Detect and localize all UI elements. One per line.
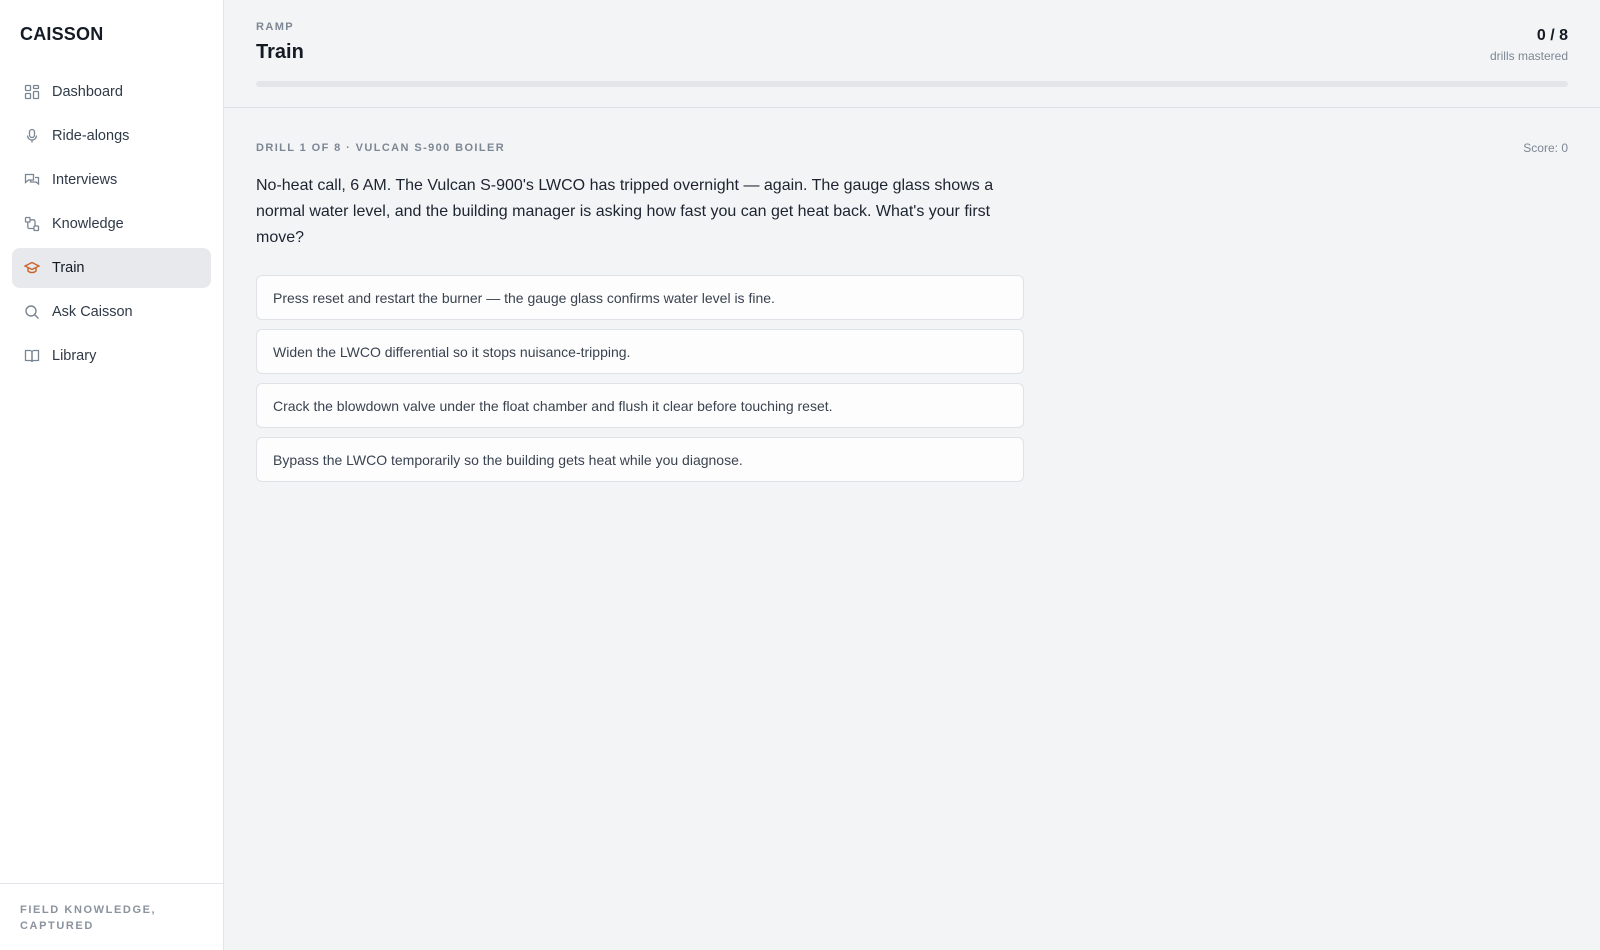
search-icon bbox=[24, 304, 40, 320]
page-title: Train bbox=[256, 41, 304, 63]
answer-options: Press reset and restart the burner — the… bbox=[256, 275, 1024, 482]
sidebar-item-knowledge[interactable]: Knowledge bbox=[12, 204, 211, 244]
sidebar-item-interviews[interactable]: Interviews bbox=[12, 160, 211, 200]
mastery-summary: 0 / 8 drills mastered bbox=[1490, 27, 1568, 63]
drill-panel: DRILL 1 OF 8 · VULCAN S-900 BOILER Score… bbox=[224, 108, 1600, 482]
answer-option-2[interactable]: Widen the LWCO differential so it stops … bbox=[256, 329, 1024, 374]
sidebar-item-train[interactable]: Train bbox=[12, 248, 211, 288]
sidebar-item-ride-alongs[interactable]: Ride-alongs bbox=[12, 116, 211, 156]
answer-option-3[interactable]: Crack the blowdown valve under the float… bbox=[256, 383, 1024, 428]
sidebar-item-label: Library bbox=[52, 348, 97, 364]
graduation-cap-icon bbox=[24, 260, 40, 276]
sidebar-item-ask-caisson[interactable]: Ask Caisson bbox=[12, 292, 211, 332]
sidebar-item-dashboard[interactable]: Dashboard bbox=[12, 72, 211, 112]
answer-option-4[interactable]: Bypass the LWCO temporarily so the build… bbox=[256, 437, 1024, 482]
sidebar-item-label: Dashboard bbox=[52, 84, 123, 100]
drill-meta-row: DRILL 1 OF 8 · VULCAN S-900 BOILER Score… bbox=[256, 141, 1568, 155]
sidebar-tagline: FIELD KNOWLEDGE, CAPTURED bbox=[0, 883, 223, 950]
sidebar-item-label: Interviews bbox=[52, 172, 118, 188]
sidebar-item-label: Ask Caisson bbox=[52, 304, 133, 320]
section-eyebrow: RAMP bbox=[256, 21, 294, 33]
sidebar-item-label: Knowledge bbox=[52, 216, 124, 232]
grid-icon bbox=[24, 84, 40, 100]
sidebar-item-library[interactable]: Library bbox=[12, 336, 211, 376]
answer-option-1[interactable]: Press reset and restart the burner — the… bbox=[256, 275, 1024, 320]
sidebar-item-label: Ride-alongs bbox=[52, 128, 130, 144]
mastery-progress-bar bbox=[256, 81, 1568, 87]
book-icon bbox=[24, 348, 40, 364]
sidebar-item-label: Train bbox=[52, 260, 85, 276]
sidebar-nav: Dashboard Ride-alongs Interviews Knowled… bbox=[0, 72, 223, 376]
page-header: RAMP Train 0 / 8 drills mastered bbox=[224, 0, 1600, 108]
drill-question: No-heat call, 6 AM. The Vulcan S-900's L… bbox=[256, 177, 994, 246]
mastery-label: drills mastered bbox=[1489, 49, 1568, 63]
main-panel: RAMP Train 0 / 8 drills mastered DRILL 1… bbox=[224, 0, 1600, 950]
drill-meta: DRILL 1 OF 8 · VULCAN S-900 BOILER bbox=[256, 142, 506, 154]
microphone-icon bbox=[24, 128, 40, 144]
brand-logo[interactable]: CAISSON bbox=[0, 0, 223, 72]
mastery-count: 0 / 8 bbox=[1536, 27, 1568, 44]
app-root: CAISSON Dashboard Ride-alongs Interviews… bbox=[0, 0, 1600, 950]
nodes-icon bbox=[24, 216, 40, 232]
sidebar: CAISSON Dashboard Ride-alongs Interviews… bbox=[0, 0, 224, 950]
chat-bubbles-icon bbox=[24, 172, 40, 188]
score-label: Score: 0 bbox=[1523, 141, 1568, 155]
